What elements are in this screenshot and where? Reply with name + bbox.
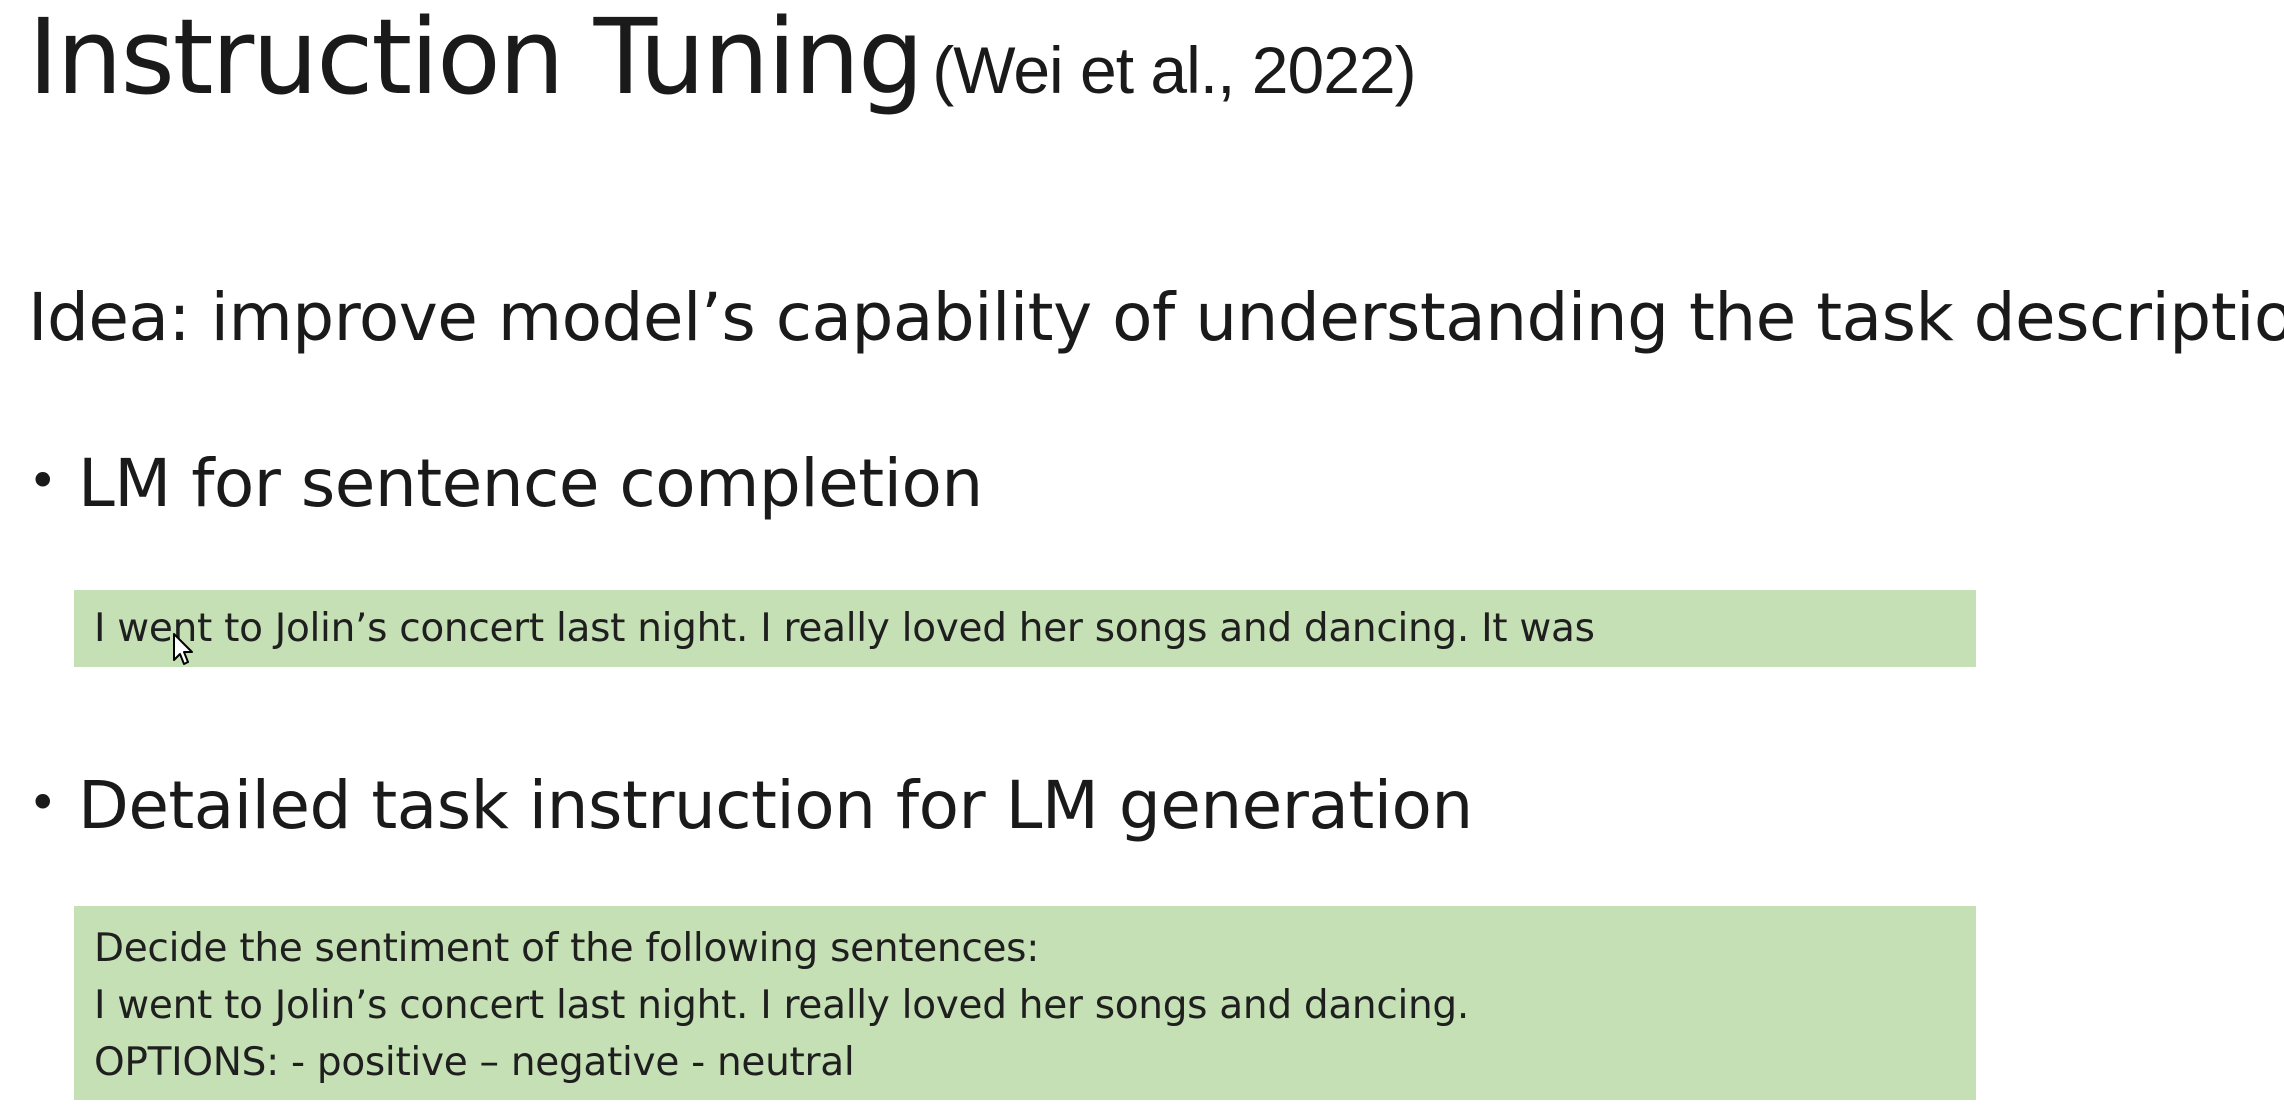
- example-box-completion: I went to Jolin’s concert last night. I …: [74, 590, 1976, 667]
- bullet-sentence-completion: • LM for sentence completion: [28, 445, 983, 522]
- mouse-pointer-icon: [173, 633, 193, 665]
- title-citation: (Wei et al., 2022): [932, 33, 1416, 107]
- bullet-dot: •: [28, 774, 58, 832]
- slide-title: Instruction Tuning (Wei et al., 2022): [28, 0, 1417, 114]
- bullet-task-instruction: • Detailed task instruction for LM genera…: [28, 767, 1473, 844]
- bullet-label: Detailed task instruction for LM generat…: [78, 767, 1473, 844]
- example-line-instruction: Decide the sentiment of the following se…: [94, 926, 1040, 971]
- bullet-label: LM for sentence completion: [78, 445, 983, 522]
- slide: Instruction Tuning (Wei et al., 2022) Id…: [0, 0, 2284, 1111]
- bullet-dot: •: [28, 452, 58, 510]
- title-text: Instruction Tuning: [28, 0, 924, 118]
- example-line-options: OPTIONS: - positive – negative - neutral: [94, 1040, 855, 1085]
- idea-statement: Idea: improve model’s capability of unde…: [28, 279, 2284, 356]
- example-box-instruction: Decide the sentiment of the following se…: [74, 906, 1976, 1100]
- example-line-sentence: I went to Jolin’s concert last night. I …: [94, 983, 1469, 1028]
- example-line: I went to Jolin’s concert last night. I …: [94, 606, 1595, 651]
